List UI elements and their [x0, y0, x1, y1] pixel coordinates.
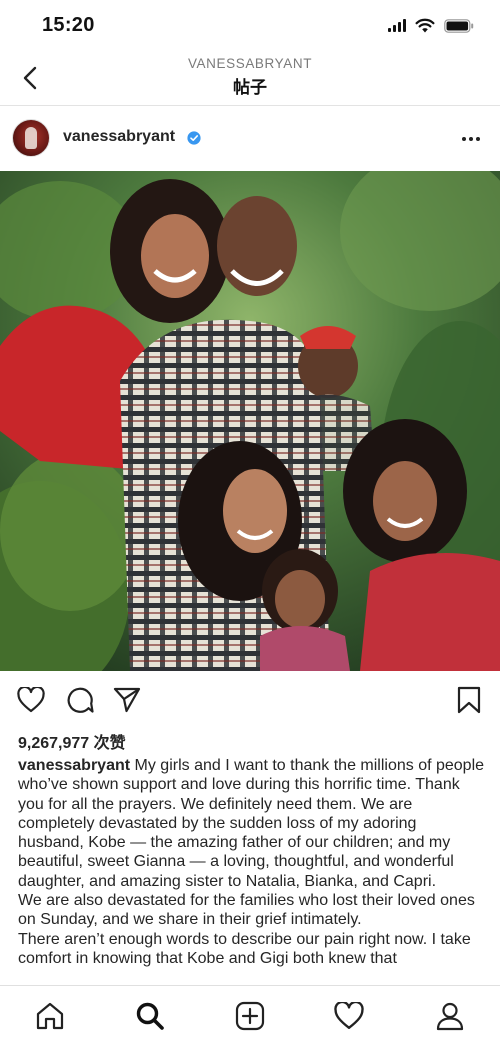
post-username[interactable]: vanessabryant	[63, 128, 175, 146]
send-icon	[113, 687, 141, 713]
status-time: 15:20	[42, 14, 95, 36]
like-button[interactable]	[14, 683, 48, 717]
avatar[interactable]	[12, 119, 50, 157]
header-username: VANESSABRYANT	[187, 56, 313, 71]
cellular-signal-icon	[388, 19, 406, 32]
caption-text-2: We are also devastated for the families …	[18, 892, 475, 929]
tab-search[interactable]	[128, 994, 172, 1038]
nav-header: VANESSABRYANT 帖子	[0, 52, 500, 106]
chevron-left-icon	[23, 66, 37, 90]
post-header: vanessabryant	[0, 107, 500, 169]
avatar-figure	[25, 127, 37, 149]
back-button[interactable]	[14, 62, 46, 94]
verified-badge-icon	[187, 131, 201, 145]
status-icons	[388, 18, 474, 33]
more-horizontal-icon	[462, 137, 466, 141]
tab-profile[interactable]	[428, 994, 472, 1038]
share-button[interactable]	[110, 683, 144, 717]
more-options-button[interactable]	[456, 127, 486, 151]
caption-text-1: My girls and I want to thank the million…	[18, 757, 485, 890]
bookmark-icon	[457, 686, 481, 714]
likes-suffix: 次赞	[93, 733, 126, 752]
comment-button[interactable]	[63, 683, 97, 717]
battery-icon	[444, 18, 474, 33]
home-icon	[36, 1002, 64, 1030]
likes-number: 9,267,977	[18, 735, 90, 752]
post-actions	[0, 671, 500, 727]
post-photo[interactable]	[0, 171, 500, 671]
post-caption: vanessabryant My girls and I want to tha…	[18, 756, 486, 968]
caption-text-3: There aren’t enough words to describe ou…	[18, 930, 471, 967]
plus-square-icon	[235, 1001, 265, 1031]
person-icon	[436, 1002, 464, 1031]
tab-activity[interactable]	[327, 994, 371, 1038]
page-title: 帖子	[233, 78, 267, 98]
likes-count[interactable]: 9,267,977 次赞	[18, 729, 126, 753]
tab-home[interactable]	[28, 994, 72, 1038]
search-icon	[136, 1002, 164, 1030]
heart-icon	[334, 1002, 364, 1029]
caption-username[interactable]: vanessabryant	[18, 757, 130, 774]
family-photo	[0, 171, 500, 671]
save-button[interactable]	[452, 683, 486, 717]
status-bar: 15:20	[0, 0, 500, 52]
comment-icon	[67, 687, 94, 713]
wifi-icon	[415, 18, 435, 33]
tab-create[interactable]	[228, 994, 272, 1038]
bottom-tab-bar	[0, 985, 500, 1057]
nav-titles: VANESSABRYANT 帖子	[100, 56, 400, 98]
heart-icon	[17, 687, 45, 713]
